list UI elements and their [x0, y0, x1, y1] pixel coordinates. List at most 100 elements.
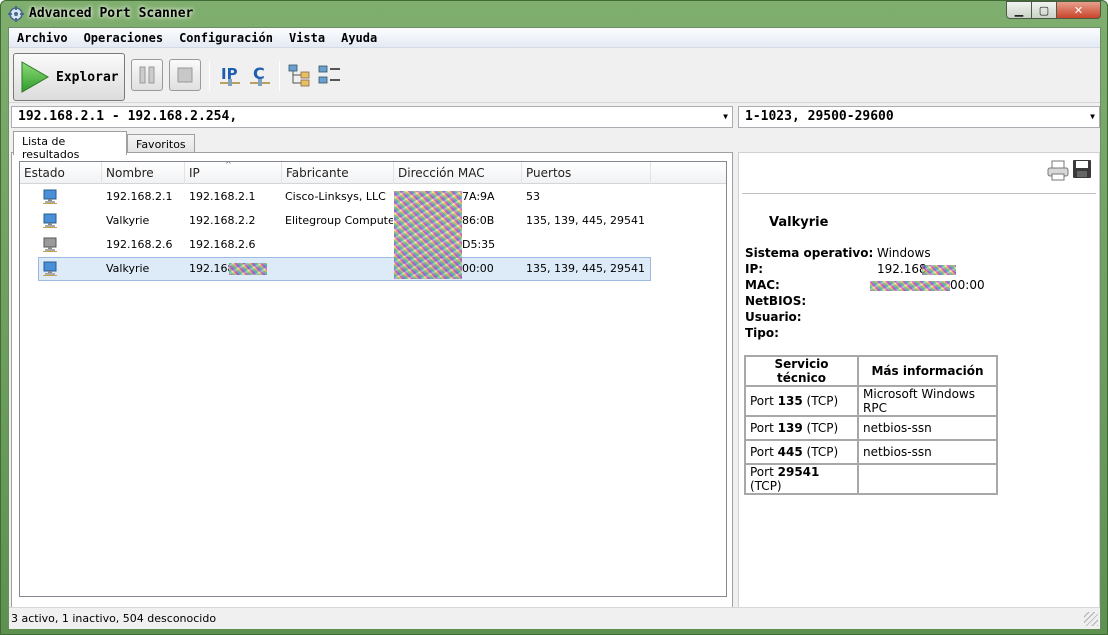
redacted-mac	[870, 281, 950, 291]
column-header-mac[interactable]: Dirección MAC	[394, 162, 522, 184]
maximize-icon: ▢	[1038, 3, 1050, 17]
window-controls: ▁ ▢ ✕	[1006, 1, 1101, 19]
detail-label: Tipo:	[745, 326, 779, 340]
detail-label-user: Usuario:	[745, 309, 802, 325]
table-row[interactable]: 192.168.2.1 192.168.2.1 Cisco-Linksys, L…	[20, 185, 726, 209]
chevron-down-icon[interactable]: ▼	[723, 107, 728, 127]
service-port-cell: Port 135 (TCP)	[744, 385, 859, 417]
column-header-vendor[interactable]: Fabricante	[282, 162, 394, 184]
redacted-ip	[229, 263, 267, 275]
stop-button[interactable]	[169, 59, 201, 91]
detail-label-type: Tipo:	[745, 325, 779, 341]
column-label: Estado	[24, 166, 65, 180]
service-row: Port 445 (TCP) netbios-ssn	[744, 439, 998, 465]
services-header-info: Más información	[857, 355, 998, 387]
app-icon	[8, 6, 24, 22]
ip-subnet-button[interactable]: IP	[217, 61, 243, 89]
column-label: IP	[189, 166, 200, 180]
close-button[interactable]: ✕	[1057, 1, 1101, 19]
computer-offline-icon	[43, 237, 57, 252]
cell-name: 192.168.2.6	[106, 238, 173, 251]
cell-ports: 135, 139, 445, 29541	[526, 262, 645, 275]
maximize-button[interactable]: ▢	[1032, 1, 1057, 19]
c-subnet-icon: C	[250, 64, 270, 86]
menu-archivo[interactable]: Archivo	[17, 31, 68, 45]
detail-label-os: Sistema operativo:	[745, 245, 873, 261]
menu-vista[interactable]: Vista	[289, 31, 325, 45]
redacted-mac-block	[394, 191, 462, 279]
cell-vendor: Elitegroup Compute…	[285, 214, 393, 227]
table-row-selected[interactable]: Valkyrie 192.168 00:00 135, 139, 445, 29…	[20, 257, 726, 281]
resize-grip[interactable]	[1084, 612, 1098, 626]
cell-vendor: Cisco-Linksys, LLC	[285, 190, 386, 203]
column-header-ports[interactable]: Puertos	[522, 162, 651, 184]
details-divider	[742, 193, 1096, 194]
service-info-cell: netbios-ssn	[857, 439, 998, 465]
service-row: Port 139 (TCP) netbios-ssn	[744, 415, 998, 441]
detail-value-mac: 00:00	[950, 278, 985, 292]
cell-mac: 7A:9A	[462, 190, 495, 203]
detail-label: IP:	[745, 262, 764, 276]
tree-collapse-icon	[318, 65, 340, 84]
ip-icon: IP	[220, 65, 240, 86]
cell-name: Valkyrie	[106, 262, 150, 275]
expand-all-button[interactable]	[287, 61, 313, 89]
chevron-down-icon[interactable]: ▼	[1090, 107, 1095, 127]
service-info-cell: Microsoft Windows RPC	[857, 385, 998, 417]
column-header-status[interactable]: Estado	[20, 162, 102, 184]
column-label: Dirección MAC	[398, 166, 485, 180]
status-text: 3 activo, 1 inactivo, 504 desconocido	[11, 612, 217, 625]
save-icon[interactable]	[1072, 159, 1092, 179]
results-panel: Estado Nombre ^ IP Fabricante Dirección M…	[11, 152, 733, 626]
port-number: 29541	[777, 465, 820, 479]
menu-ayuda[interactable]: Ayuda	[341, 31, 377, 45]
cell-name: 192.168.2.1	[106, 190, 173, 203]
service-info-cell	[857, 463, 998, 495]
computer-online-icon	[43, 213, 57, 228]
menu-bar: Archivo Operaciones Configuración Vista …	[9, 28, 1100, 48]
column-header-ip[interactable]: ^ IP	[185, 162, 282, 184]
service-row: Port 135 (TCP) Microsoft Windows RPC	[744, 385, 998, 417]
service-info-cell: netbios-ssn	[857, 415, 998, 441]
cell-ports	[526, 233, 650, 257]
class-c-subnet-button[interactable]: C	[247, 61, 273, 89]
cell-vendor	[285, 233, 393, 257]
ip-range-combobox[interactable]: 192.168.2.1 - 192.168.2.254, ▼	[11, 106, 733, 128]
detail-label-ip: IP:	[745, 261, 763, 277]
service-port-cell: Port 29541 (TCP)	[744, 463, 859, 495]
cell-ports: 135, 139, 445, 29541	[526, 214, 645, 227]
cell-ip: 192.168.2.2	[189, 214, 256, 227]
status-bar: 3 activo, 1 inactivo, 504 desconocido	[9, 607, 1100, 629]
ports-value: 1-1023, 29500-29600	[745, 109, 894, 124]
play-icon	[21, 61, 50, 93]
minimize-button[interactable]: ▁	[1006, 1, 1032, 19]
ports-combobox[interactable]: 1-1023, 29500-29600 ▼	[738, 106, 1100, 128]
collapse-all-button[interactable]	[317, 61, 343, 89]
pause-icon	[139, 66, 155, 84]
minimize-icon: ▁	[1014, 3, 1024, 17]
cell-name: Valkyrie	[106, 214, 150, 227]
menu-configuracion[interactable]: Configuración	[179, 31, 273, 45]
services-header-row: Servicio técnico Más información	[744, 355, 998, 387]
cell-ip: 192.168	[189, 262, 229, 275]
app-window: Advanced Port Scanner ▁ ▢ ✕ Archivo Oper…	[0, 0, 1108, 635]
services-table: Servicio técnico Más información Port 13…	[744, 355, 998, 495]
client-area: Archivo Operaciones Configuración Vista …	[8, 27, 1101, 629]
scan-button[interactable]: Explorar	[13, 53, 125, 101]
pause-button[interactable]	[131, 59, 163, 91]
column-header-name[interactable]: Nombre	[102, 162, 185, 184]
tab-results[interactable]: Lista de resultados	[13, 131, 127, 161]
port-number: 135	[777, 394, 803, 408]
toolbar-separator	[279, 61, 280, 91]
table-row[interactable]: 192.168.2.6 192.168.2.6 D5:35	[20, 233, 726, 257]
port-prefix: Port	[750, 465, 774, 479]
table-row[interactable]: Valkyrie 192.168.2.2 Elitegroup Compute……	[20, 209, 726, 233]
details-panel: Valkyrie Sistema operativo: Windows IP: …	[738, 152, 1100, 626]
service-port-cell: Port 139 (TCP)	[744, 415, 859, 441]
menu-operaciones[interactable]: Operaciones	[84, 31, 163, 45]
tab-favorites[interactable]: Favoritos	[127, 134, 195, 154]
results-list[interactable]: Estado Nombre ^ IP Fabricante Dirección M…	[19, 161, 727, 597]
port-protocol: (TCP)	[806, 421, 839, 435]
window-title: Advanced Port Scanner	[29, 6, 194, 21]
printer-icon[interactable]	[1047, 159, 1069, 181]
